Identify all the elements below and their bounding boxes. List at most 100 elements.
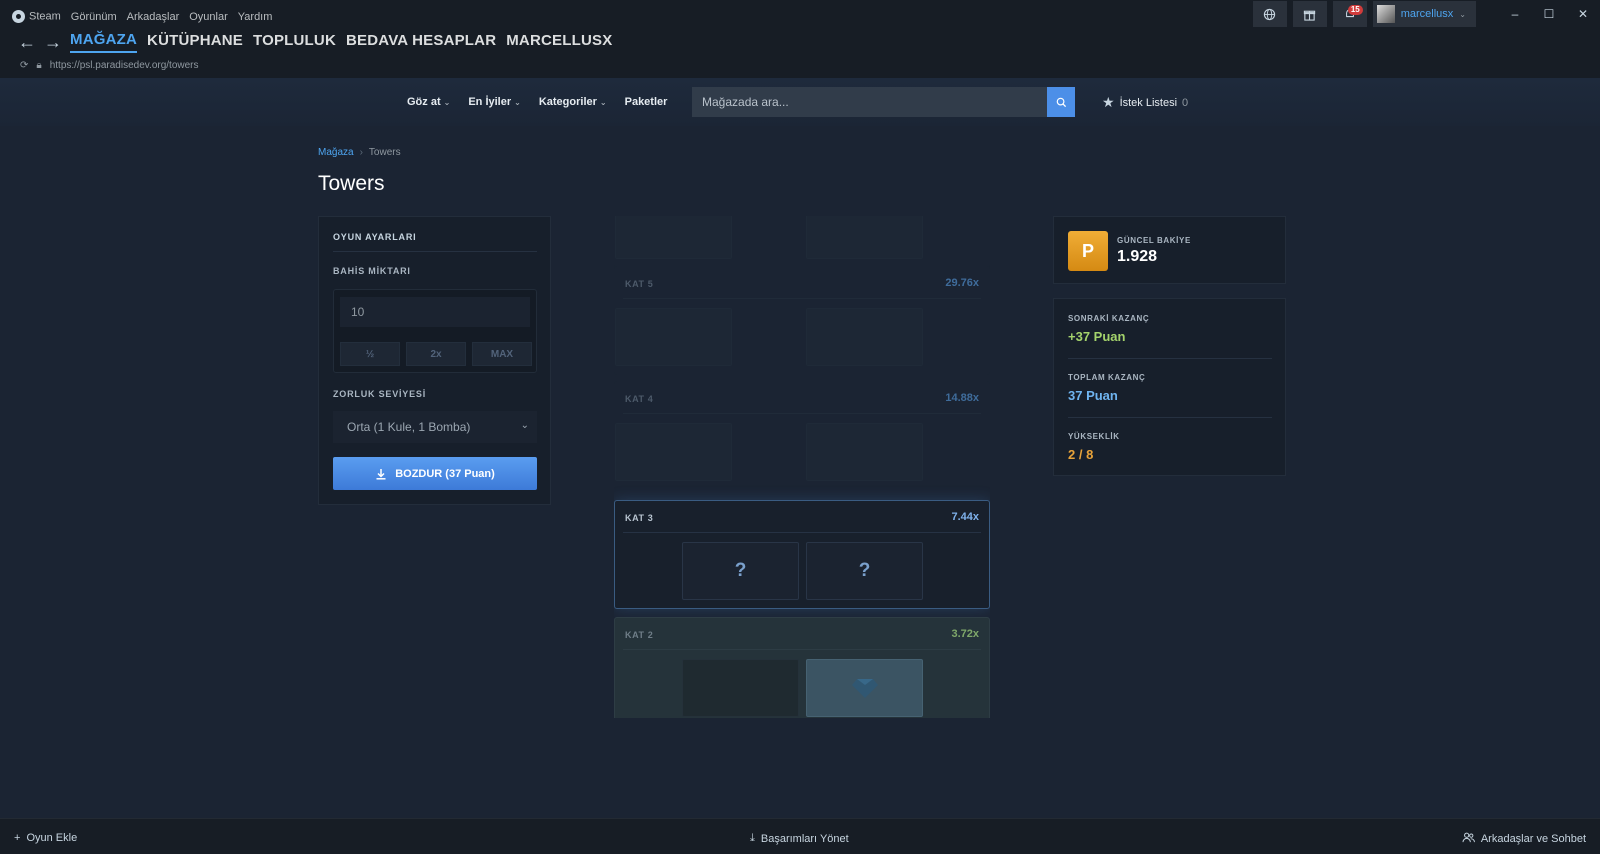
breadcrumb-store[interactable]: Mağaza bbox=[318, 147, 354, 158]
chevron-down-icon: ⌄ bbox=[443, 98, 451, 107]
store-search bbox=[692, 87, 1075, 117]
tower-tile-hidden[interactable]: ? bbox=[682, 542, 799, 600]
search-button[interactable] bbox=[1047, 87, 1075, 117]
reload-icon[interactable]: ⟳ bbox=[20, 60, 28, 71]
bet-box: ½ 2x MAX bbox=[333, 289, 537, 373]
floor-multiplier: 14.88x bbox=[945, 392, 979, 404]
store-nav-browse[interactable]: Göz at ⌄ bbox=[407, 96, 450, 108]
cashout-button[interactable]: BOZDUR (37 Puan) bbox=[333, 457, 537, 490]
menu-bar: Steam Görünüm Arkadaşlar Oyunlar Yardım bbox=[12, 10, 272, 23]
globe-icon[interactable] bbox=[1252, 1, 1287, 27]
bet-amount-input[interactable] bbox=[340, 297, 530, 327]
menu-steam-label: Steam bbox=[29, 10, 61, 23]
titlebar-actions: 15 marcellusx ⌄ – ☐ ✕ bbox=[1252, 0, 1600, 28]
max-bet-button[interactable]: MAX bbox=[472, 342, 532, 366]
gift-icon[interactable] bbox=[1292, 1, 1327, 27]
nav-profile[interactable]: MARCELLUSX bbox=[506, 32, 612, 52]
nav-community[interactable]: TOPLULUK bbox=[253, 32, 336, 52]
page-title: Towers bbox=[318, 172, 385, 195]
double-bet-button[interactable]: 2x bbox=[406, 342, 466, 366]
store-nav-top-label: En İyiler bbox=[468, 96, 512, 108]
url-text[interactable]: https://psl.paradisedev.org/towers bbox=[50, 60, 199, 71]
store-nav-top[interactable]: En İyiler ⌄ bbox=[468, 96, 521, 108]
breadcrumb-separator: › bbox=[359, 147, 363, 158]
username: marcellusx bbox=[1400, 8, 1454, 20]
add-game-label: Oyun Ekle bbox=[26, 832, 78, 844]
nav-library[interactable]: KÜTÜPHANE bbox=[147, 32, 243, 52]
wishlist-link[interactable]: ★ İstek Listesi 0 bbox=[1102, 94, 1188, 111]
gem-icon bbox=[851, 679, 878, 698]
wishlist-label: İstek Listesi bbox=[1119, 96, 1178, 109]
search-input[interactable] bbox=[692, 87, 1047, 117]
tower-tile bbox=[615, 308, 732, 366]
divider bbox=[623, 532, 981, 533]
steam-footer: + Oyun Ekle ⤓ Başarımları Yönet Arkadaşl… bbox=[0, 818, 1600, 854]
breadcrumb-current: Towers bbox=[368, 147, 401, 158]
difficulty-value: Orta (1 Kule, 1 Bomba) bbox=[347, 420, 471, 434]
back-arrow-icon[interactable]: ← bbox=[18, 33, 36, 51]
height-label: YÜKSEKLİK bbox=[1068, 432, 1120, 441]
difficulty-label: ZORLUK SEVİYESİ bbox=[333, 389, 427, 399]
floor-label: KAT 2 bbox=[625, 630, 654, 640]
next-win-stat: SONRAKİ KAZANÇ +37 Puan bbox=[1068, 314, 1149, 344]
user-menu[interactable]: marcellusx ⌄ bbox=[1372, 1, 1476, 27]
height-value: 2 / 8 bbox=[1068, 447, 1094, 462]
divider bbox=[333, 251, 537, 252]
add-game-button[interactable]: + Oyun Ekle bbox=[14, 832, 77, 844]
balance-value: 1.928 bbox=[1117, 248, 1158, 265]
nav-free-accounts[interactable]: BEDAVA HESAPLAR bbox=[346, 32, 496, 52]
stats-card: SONRAKİ KAZANÇ +37 Puan TOPLAM KAZANÇ 37… bbox=[1053, 298, 1286, 476]
floor-label: KAT 5 bbox=[625, 279, 654, 289]
menu-friends[interactable]: Arkadaşlar bbox=[127, 11, 180, 23]
half-bet-button[interactable]: ½ bbox=[340, 342, 400, 366]
menu-steam[interactable]: Steam bbox=[12, 10, 61, 23]
menu-help[interactable]: Yardım bbox=[238, 11, 273, 23]
store-nav-categories[interactable]: Kategoriler ⌄ bbox=[539, 96, 607, 108]
difficulty-select[interactable]: Orta (1 Kule, 1 Bomba) ⌄ bbox=[333, 411, 537, 443]
menu-view[interactable]: Görünüm bbox=[71, 11, 117, 23]
divider bbox=[1068, 358, 1272, 359]
manage-achievements-button[interactable]: ⤓ Başarımları Yönet bbox=[750, 832, 849, 845]
nav-store[interactable]: MAĞAZA bbox=[70, 31, 138, 53]
bet-amount-label: BAHİS MİKTARI bbox=[333, 266, 411, 276]
notification-count-badge: 15 bbox=[1347, 5, 1363, 15]
store-nav-categories-label: Kategoriler bbox=[538, 96, 597, 108]
settings-heading: OYUN AYARLARI bbox=[333, 232, 417, 242]
tower-tile bbox=[615, 423, 732, 481]
friends-chat-label: Arkadaşlar ve Sohbet bbox=[1480, 833, 1586, 845]
chevron-down-icon: ⌄ bbox=[520, 420, 529, 431]
tower-tile bbox=[806, 216, 923, 259]
chevron-down-icon: ⌄ bbox=[514, 98, 521, 107]
tower-tile bbox=[806, 423, 923, 481]
floor-label: KAT 3 bbox=[625, 513, 654, 523]
tower-tile bbox=[806, 308, 923, 366]
floor-multiplier: 3.72x bbox=[951, 628, 979, 640]
divider bbox=[623, 298, 981, 299]
friends-chat-button[interactable]: Arkadaşlar ve Sohbet bbox=[1462, 832, 1586, 846]
star-icon: ★ bbox=[1102, 94, 1115, 110]
notifications-bell-icon[interactable]: 15 bbox=[1332, 1, 1367, 27]
divider bbox=[1068, 417, 1272, 418]
tower-floor-5: KAT 5 29.76x bbox=[614, 266, 990, 375]
store-nav: Göz at ⌄ En İyiler ⌄ Kategoriler ⌄ Paketler bbox=[407, 96, 667, 108]
divider bbox=[623, 649, 981, 650]
minimize-icon[interactable]: – bbox=[1498, 7, 1532, 21]
game-settings-panel: OYUN AYARLARI BAHİS MİKTARI ½ 2x MAX ZOR… bbox=[318, 216, 551, 505]
balance-label: GÜNCEL BAKİYE bbox=[1117, 236, 1191, 245]
tower-tile bbox=[682, 659, 799, 717]
menu-games[interactable]: Oyunlar bbox=[189, 11, 228, 23]
tower-tile-hidden[interactable]: ? bbox=[806, 542, 923, 600]
close-icon[interactable]: ✕ bbox=[1566, 7, 1600, 21]
wishlist-count: 0 bbox=[1182, 96, 1189, 109]
height-stat: YÜKSEKLİK 2 / 8 bbox=[1068, 432, 1120, 462]
total-win-stat: TOPLAM KAZANÇ 37 Puan bbox=[1068, 373, 1145, 403]
manage-achievements-label: Başarımları Yönet bbox=[760, 832, 849, 845]
tower-floor-3: KAT 3 7.44x ? ? bbox=[614, 500, 990, 609]
total-win-label: TOPLAM KAZANÇ bbox=[1068, 373, 1146, 382]
tower-floor-2: KAT 2 3.72x bbox=[614, 617, 990, 718]
maximize-icon[interactable]: ☐ bbox=[1532, 7, 1566, 21]
forward-arrow-icon[interactable]: → bbox=[44, 33, 62, 51]
plus-icon: + bbox=[14, 832, 21, 844]
url-bar: ⟳ 🔒︎ https://psl.paradisedev.org/towers bbox=[20, 60, 199, 71]
store-nav-bundles[interactable]: Paketler bbox=[625, 96, 668, 108]
